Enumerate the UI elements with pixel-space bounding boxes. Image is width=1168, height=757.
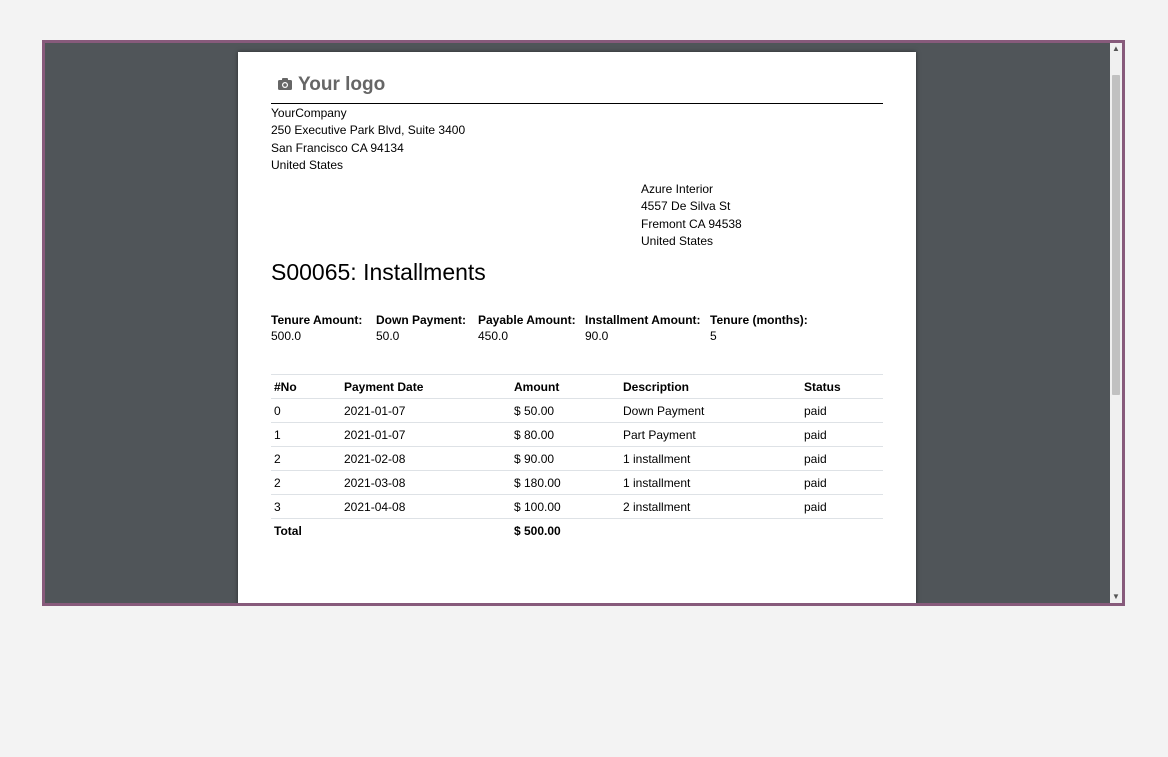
table-row: 0 2021-01-07 $ 50.00 Down Payment paid [271,398,883,423]
cell-no: 2 [271,446,341,471]
cell-description: 2 installment [620,494,801,519]
cell-status: paid [801,494,883,519]
summary-tenure-months: Tenure (months): 5 [710,313,808,343]
report-preview-frame: Your logo YourCompany 250 Executive Park… [42,40,1125,606]
cell-status: paid [801,470,883,495]
cell-status: paid [801,446,883,471]
cell-description: 1 installment [620,470,801,495]
summary-value: 90.0 [585,329,609,343]
column-header-description: Description [620,374,801,399]
cell-description: 1 installment [620,446,801,471]
summary-tenure-amount: Tenure Amount: 500.0 [271,313,362,343]
company-logo: Your logo [278,74,385,96]
cell-no: 2 [271,470,341,495]
logo-text: Your logo [298,74,386,95]
cell-payment-date: 2021-04-08 [341,494,511,519]
company-street: 250 Executive Park Blvd, Suite 3400 [271,123,466,138]
total-amount: $ 500.00 [514,523,561,538]
cell-payment-date: 2021-02-08 [341,446,511,471]
summary-label: Down Payment: [376,313,467,327]
table-total-row: Total $ 500.00 [271,519,883,543]
total-empty-cell [341,519,511,543]
partner-name: Azure Interior [641,182,714,196]
summary-installment-amount: Installment Amount: 90.0 [585,313,701,343]
table-row: 3 2021-04-08 $ 100.00 2 installment paid [271,494,883,519]
company-city: San Francisco CA 94134 [271,140,404,155]
vertical-scrollbar[interactable]: ▲ ▼ [1110,43,1122,603]
partner-street: 4557 De Silva St [641,199,731,214]
summary-value: 450.0 [478,329,509,343]
summary-down-payment: Down Payment: 50.0 [376,313,466,343]
total-empty-cell [801,519,883,543]
summary-value: 5 [710,329,717,343]
camera-icon [278,77,292,93]
total-empty-cell [620,519,801,543]
header-divider [271,103,883,104]
cell-no: 3 [271,494,341,519]
cell-status: paid [801,398,883,423]
cell-payment-date: 2021-01-07 [341,422,511,447]
summary-label: Installment Amount: [585,313,701,327]
cell-amount: $ 50.00 [511,398,620,423]
cell-no: 0 [271,398,341,423]
cell-payment-date: 2021-01-07 [341,398,511,423]
report-page: Your logo YourCompany 250 Executive Park… [238,52,916,603]
installments-table: #No Payment Date Amount Description Stat… [271,374,883,542]
table-row: 1 2021-01-07 $ 80.00 Part Payment paid [271,422,883,447]
company-address: YourCompany 250 Executive Park Blvd, Sui… [271,105,465,174]
partner-country: United States [641,233,714,248]
cell-status: paid [801,422,883,447]
table-row: 2 2021-02-08 $ 90.00 1 installment paid [271,446,883,471]
cell-payment-date: 2021-03-08 [341,470,511,495]
summary-payable-amount: Payable Amount: 450.0 [478,313,576,343]
scrollbar-thumb[interactable] [1112,75,1120,395]
cell-no: 1 [271,422,341,447]
arrow-down-icon[interactable]: ▼ [1110,591,1122,603]
summary-label: Tenure Amount: [271,313,363,327]
column-header-status: Status [801,374,883,399]
cell-amount: $ 180.00 [511,470,620,495]
summary-value: 500.0 [271,329,302,343]
column-header-no: #No [271,374,341,399]
summary-label: Tenure (months): [710,313,808,327]
cell-amount: $ 90.00 [511,446,620,471]
partner-city: Fremont CA 94538 [641,216,742,231]
column-header-amount: Amount [511,374,620,399]
table-row: 2 2021-03-08 $ 180.00 1 installment paid [271,470,883,495]
arrow-up-icon[interactable]: ▲ [1110,43,1122,55]
total-label: Total [274,523,302,538]
cell-description: Part Payment [620,422,801,447]
partner-address: Azure Interior 4557 De Silva St Fremont … [641,181,742,250]
summary-value: 50.0 [376,329,400,343]
cell-description: Down Payment [620,398,801,423]
report-title: S00065: Installments [271,259,486,285]
cell-amount: $ 100.00 [511,494,620,519]
company-country: United States [271,157,344,172]
column-header-payment-date: Payment Date [341,374,511,399]
table-header-row: #No Payment Date Amount Description Stat… [271,374,883,399]
company-name: YourCompany [271,106,347,120]
cell-amount: $ 80.00 [511,422,620,447]
summary-label: Payable Amount: [478,313,576,327]
